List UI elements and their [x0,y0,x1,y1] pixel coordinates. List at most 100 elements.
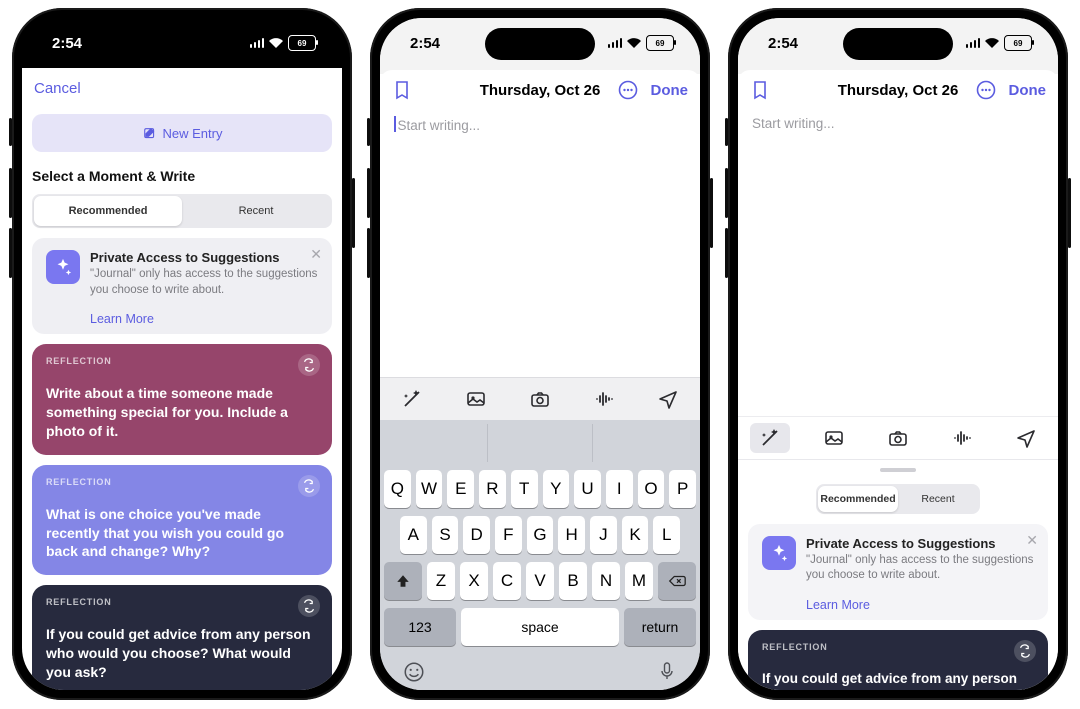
location-icon[interactable] [648,384,688,414]
refresh-icon[interactable] [1014,640,1036,662]
reflection-card[interactable]: REFLECTION If you could get advice from … [748,630,1048,690]
reflection-card-1[interactable]: REFLECTION Write about a time someone ma… [32,344,332,455]
editor-textarea[interactable]: Start writing... [738,110,1058,416]
done-button[interactable]: Done [651,82,689,99]
key-i[interactable]: I [606,470,633,508]
wand-icon[interactable] [750,423,790,453]
key-f[interactable]: F [495,516,522,554]
numbers-key[interactable]: 123 [384,608,456,646]
photo-icon[interactable] [814,423,854,453]
card-body: Write about a time someone made somethin… [46,384,318,441]
key-x[interactable]: X [460,562,488,600]
key-c[interactable]: C [493,562,521,600]
backspace-key[interactable] [658,562,696,600]
reflection-card-3[interactable]: REFLECTION If you could get advice from … [32,585,332,690]
wifi-icon [626,37,642,49]
emoji-key[interactable] [402,660,426,684]
key-z[interactable]: Z [427,562,455,600]
battery-icon: 69 [1004,35,1032,51]
audio-icon[interactable] [584,384,624,414]
space-key[interactable]: space [461,608,619,646]
learn-more-link[interactable]: Learn More [90,312,318,326]
bookmark-button[interactable] [750,79,770,101]
key-w[interactable]: W [416,470,443,508]
refresh-icon[interactable] [298,595,320,617]
key-r[interactable]: R [479,470,506,508]
new-entry-button[interactable]: New Entry [32,114,332,152]
refresh-icon[interactable] [298,354,320,376]
key-t[interactable]: T [511,470,538,508]
key-a[interactable]: A [400,516,427,554]
section-title: Select a Moment & Write [32,168,332,184]
key-d[interactable]: D [463,516,490,554]
key-q[interactable]: Q [384,470,411,508]
keyboard-row-4: 123 space return [384,608,696,646]
cancel-button[interactable]: Cancel [34,80,81,97]
return-key[interactable]: return [624,608,696,646]
status-bar: 2:54 69 [380,18,700,68]
tab-recommended[interactable]: Recommended [818,486,898,512]
panel-grabber[interactable] [880,468,916,472]
cellular-icon [250,38,265,48]
key-h[interactable]: H [558,516,585,554]
editor-textarea[interactable]: Start writing... [380,110,700,377]
key-g[interactable]: G [527,516,554,554]
attachment-toolbar [738,416,1058,459]
location-icon[interactable] [1006,423,1046,453]
key-b[interactable]: B [559,562,587,600]
camera-icon[interactable] [878,423,918,453]
done-button[interactable]: Done [1009,82,1047,99]
tab-recent[interactable]: Recent [182,196,330,226]
prediction-bar[interactable] [384,424,696,462]
sparkle-icon [762,536,796,570]
editor-placeholder: Start writing... [398,118,481,133]
close-icon[interactable]: ✕ [1026,532,1038,549]
keyboard[interactable]: QWERTYUIOP ASDFGHJKL ZXCVBNM 123 space r… [380,420,700,690]
tab-recent[interactable]: Recent [898,486,978,512]
close-icon[interactable]: ✕ [310,246,322,263]
more-button[interactable] [975,79,997,101]
audio-icon[interactable] [942,423,982,453]
key-l[interactable]: L [653,516,680,554]
info-title: Private Access to Suggestions [90,250,318,265]
reflection-card-2[interactable]: REFLECTION What is one choice you've mad… [32,465,332,576]
key-u[interactable]: U [574,470,601,508]
card-tag: REFLECTION [46,356,318,366]
card-tag: REFLECTION [46,597,318,607]
key-y[interactable]: Y [543,470,570,508]
key-p[interactable]: P [669,470,696,508]
phone-1: 2:54 69 Cancel New Entry Select a Moment… [12,8,352,700]
segmented-control[interactable]: Recommended Recent [32,194,332,228]
segmented-control[interactable]: Recommended Recent [816,484,980,514]
key-v[interactable]: V [526,562,554,600]
learn-more-link[interactable]: Learn More [806,598,1034,612]
battery-icon: 69 [646,35,674,51]
key-n[interactable]: N [592,562,620,600]
camera-icon[interactable] [520,384,560,414]
shift-key[interactable] [384,562,422,600]
key-s[interactable]: S [432,516,459,554]
wand-icon[interactable] [392,384,432,414]
key-j[interactable]: J [590,516,617,554]
photo-icon[interactable] [456,384,496,414]
text-caret [394,116,396,132]
bookmark-button[interactable] [392,79,412,101]
status-time: 2:54 [52,35,82,52]
keyboard-row-1: QWERTYUIOP [384,470,696,508]
key-e[interactable]: E [447,470,474,508]
key-o[interactable]: O [638,470,665,508]
more-button[interactable] [617,79,639,101]
attachment-toolbar [380,377,700,420]
battery-icon: 69 [288,35,316,51]
status-bar: 2:54 69 [738,18,1058,68]
sparkle-icon [46,250,80,284]
cellular-icon [608,38,623,48]
key-m[interactable]: M [625,562,653,600]
dictation-key[interactable] [656,660,678,684]
dynamic-island [485,28,595,60]
keyboard-row-2: ASDFGHJKL [384,516,696,554]
tab-recommended[interactable]: Recommended [34,196,182,226]
key-k[interactable]: K [622,516,649,554]
dynamic-island [127,28,237,60]
refresh-icon[interactable] [298,475,320,497]
